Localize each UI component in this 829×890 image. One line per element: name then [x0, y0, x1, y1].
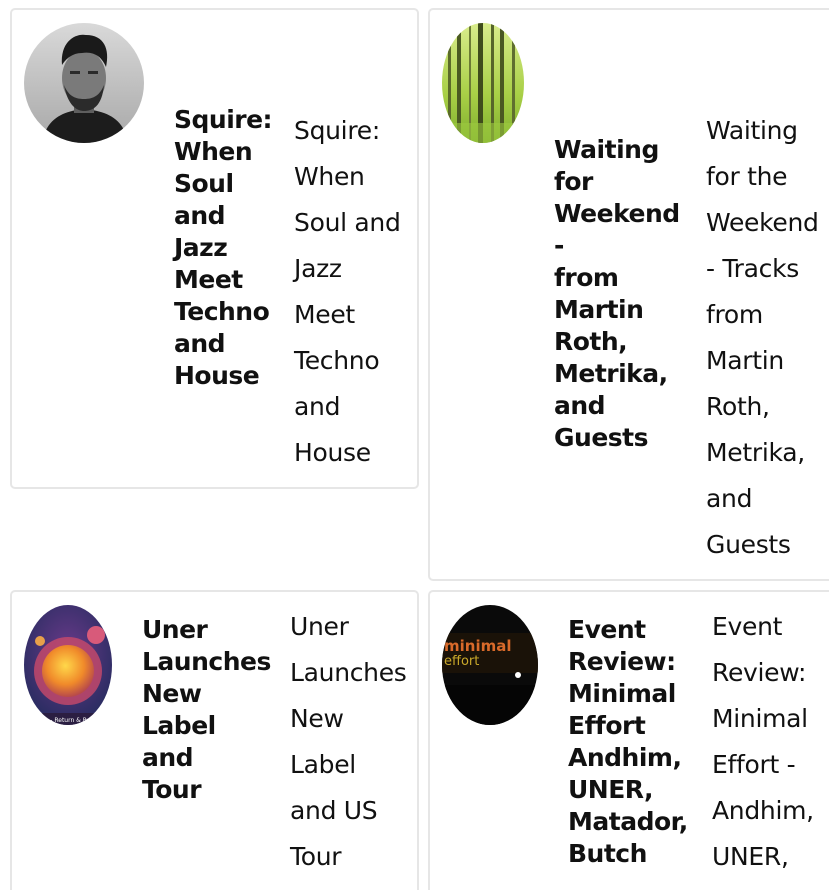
title-line: for the [554, 166, 829, 198]
event-sign-minimal: minimal [444, 637, 512, 655]
portrait-photo-image [24, 23, 144, 143]
title-line: Jazz [174, 233, 228, 262]
description-line: Event [712, 612, 783, 641]
description-line: Review: [712, 658, 807, 687]
title-line: Launches [142, 647, 271, 676]
description-line: Uner [290, 612, 349, 641]
description-line: from [706, 300, 763, 329]
event-sign-effort: effort [444, 654, 479, 669]
article-description: Event Review: Minimal Effort - Andhim, U… [712, 604, 827, 880]
description-line: Techno [294, 346, 380, 375]
title-line: and [174, 329, 226, 358]
description-line: House [294, 438, 371, 467]
description-line: Effort - [712, 750, 796, 779]
album-art-image: UNER - Return & Rebirth [24, 605, 112, 725]
article-grid: Squire: When Soul and Jazz Meet Techno a… [0, 0, 829, 890]
event-photo-image: minimal effort [442, 605, 538, 725]
description-line: Andhim, [712, 796, 814, 825]
title-line: Uner [142, 615, 208, 644]
title-line: and [174, 201, 226, 230]
title-line: Techno [174, 297, 270, 326]
description-line: Weekend [706, 208, 819, 237]
description-line: Metrika, [706, 438, 805, 467]
title-line: Label [142, 711, 216, 740]
title-line: Review: [568, 647, 676, 676]
article-title[interactable]: Squire: When Soul and Jazz Meet Techno a… [174, 104, 294, 392]
description-line: Roth, [706, 392, 770, 421]
title-line: Butch [568, 839, 647, 868]
description-line: Martin [706, 346, 784, 375]
description-line: and US [290, 796, 378, 825]
article-description: Squire: When Soul and Jazz Meet Techno a… [294, 108, 414, 476]
title-line: Matador, [568, 807, 688, 836]
article-thumbnail[interactable]: minimal effort [442, 605, 538, 725]
title-line: Guests [554, 423, 649, 452]
title-line: New [142, 679, 202, 708]
title-line: from [554, 263, 619, 292]
forest-photo-image [442, 23, 524, 143]
article-title[interactable]: Uner Launches New Label and US Tour [142, 614, 829, 806]
description-line: Waiting [706, 116, 798, 145]
description-line: and [706, 484, 753, 513]
title-line: Meet [174, 265, 243, 294]
title-line: Tour [142, 775, 202, 804]
description-line: Minimal [712, 704, 808, 733]
description-line: Meet [294, 300, 355, 329]
description-line: Launches [290, 658, 407, 687]
title-line: Squire: [174, 105, 273, 134]
description-line: When [294, 162, 365, 191]
title-line: and [554, 391, 606, 420]
description-line: Guests [706, 530, 791, 559]
article-description: Waiting for the Weekend - Tracks from Ma… [706, 108, 826, 568]
description-line: Soul and [294, 208, 401, 237]
title-line: Effort - [568, 710, 829, 742]
title-line: Event [568, 615, 646, 644]
description-line: for the [706, 162, 788, 191]
description-line: and [294, 392, 341, 421]
title-line: Soul [174, 169, 234, 198]
title-line: UNER, [568, 775, 654, 804]
title-line: Metrika, [554, 359, 668, 388]
description-line: New [290, 704, 344, 733]
title-line: Martin [554, 295, 644, 324]
description-line: Label [290, 750, 356, 779]
title-line: Andhim, [568, 743, 682, 772]
title-line: House [174, 361, 260, 390]
description-line: Tour [290, 842, 342, 871]
title-line: Roth, [554, 327, 628, 356]
article-thumbnail[interactable] [442, 23, 524, 143]
article-thumbnail[interactable] [24, 23, 144, 143]
description-line: UNER, [712, 842, 789, 871]
article-thumbnail[interactable]: UNER - Return & Rebirth [24, 605, 112, 725]
title-line: Waiting [554, 135, 659, 164]
title-line: When [174, 137, 253, 166]
article-title[interactable]: Waiting for the Weekend - Tracks from Ma… [554, 134, 829, 454]
description-line: Jazz [294, 254, 342, 283]
article-title[interactable]: Event Review: Minimal Effort - Andhim, U… [568, 614, 829, 870]
title-line: - Tracks [554, 230, 829, 262]
title-line: Minimal [568, 679, 676, 708]
title-line: Weekend [554, 199, 680, 228]
description-line: Squire: [294, 116, 380, 145]
article-description: Uner Launches New Label and US Tour [290, 604, 415, 880]
description-line: - Tracks [706, 254, 800, 283]
title-line: and US [142, 743, 829, 772]
